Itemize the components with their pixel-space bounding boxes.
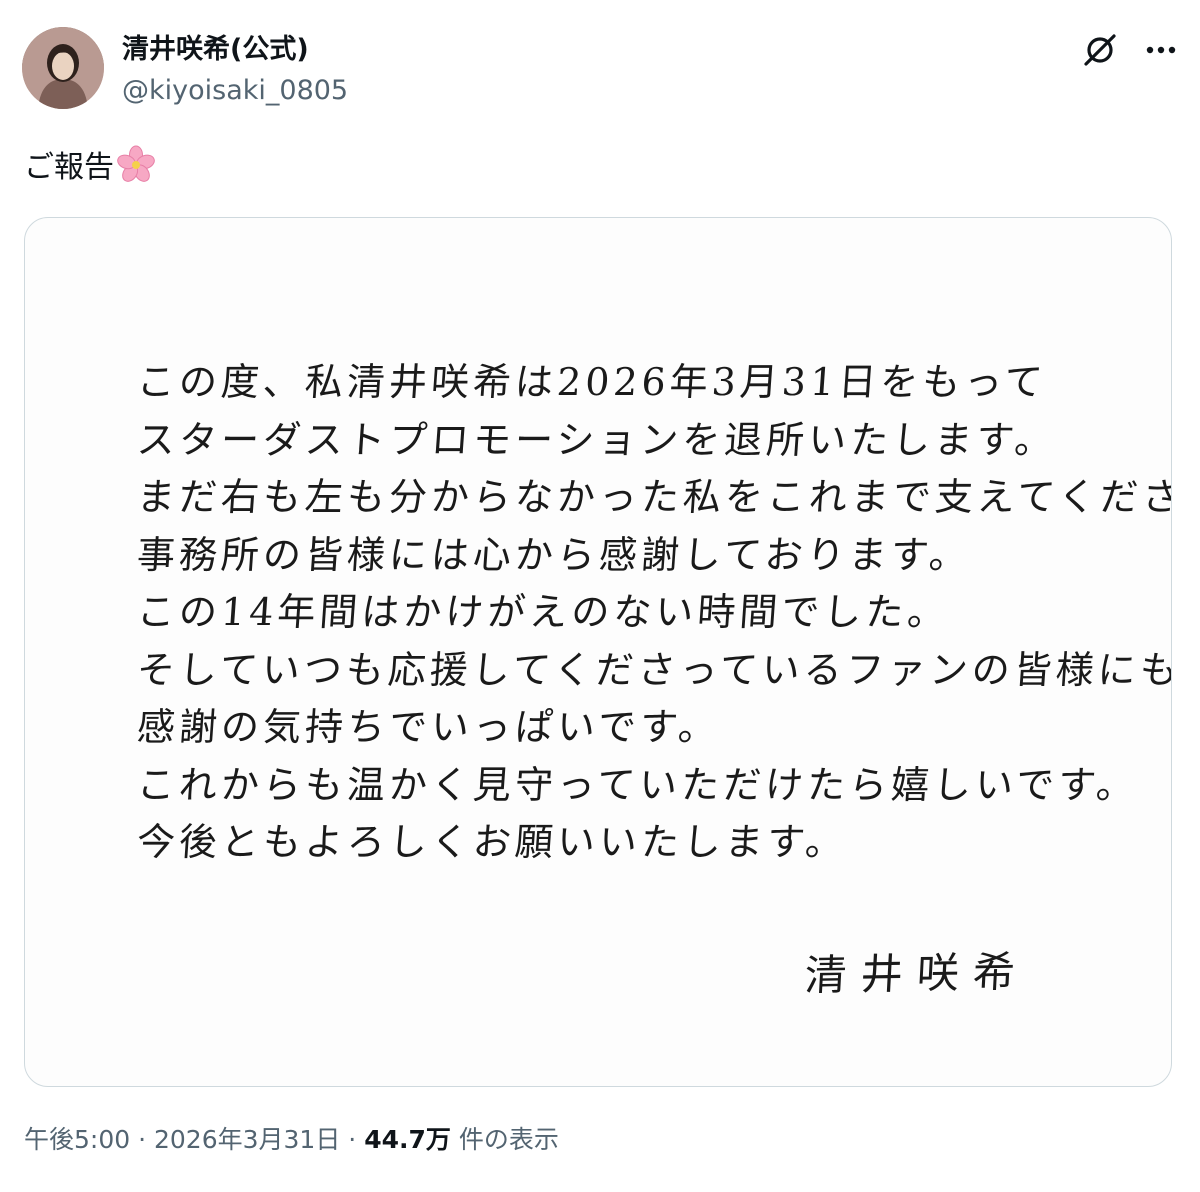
post-text-body: ご報告 [24, 150, 114, 185]
handwritten-letter-text: この度、私清井咲希は2026年3月31日をもって スターダストプロモーションを退… [135, 354, 1172, 872]
letter-line: 今後ともよろしくお願いいたします。 [135, 820, 849, 864]
letter-line: スターダストプロモーションを退所いたします。 [135, 417, 1059, 462]
view-count-label: 件の表示 [458, 1125, 559, 1154]
letter-line: 感謝の気持ちでいっぱいです。 [135, 705, 722, 749]
meta-separator: · [138, 1125, 147, 1154]
letter-line: この14年間はかけがえのない時間でした。 [135, 590, 951, 634]
letter-line: そしていつも応援してくださっているファンの皆様にも [135, 647, 1172, 692]
more-icon[interactable] [1141, 30, 1181, 70]
post-text: ご報告 [24, 145, 156, 197]
view-count: 44.7万 [364, 1125, 451, 1154]
post-date[interactable]: 2026年3月31日 [154, 1125, 340, 1154]
letter-line: これからも温かく見守っていただけたら嬉しいです。 [135, 762, 1140, 807]
grok-icon[interactable] [1080, 30, 1120, 70]
letter-line: 事務所の皆様には心から感謝しております。 [135, 532, 973, 577]
post-time[interactable]: 午後5:00 [24, 1125, 130, 1154]
letter-line: まだ右も左も分からなかった私をこれまで支えてくださった [135, 475, 1172, 519]
letter-signature: 清井咲希 [803, 947, 1031, 1000]
avatar[interactable] [22, 27, 104, 109]
display-name[interactable]: 清井咲希(公式) [122, 33, 309, 67]
user-handle[interactable]: @kiyoisaki_0805 [122, 74, 348, 108]
letter-line: この度、私清井咲希は2026年3月31日をもって [135, 360, 1048, 404]
meta-separator: · [348, 1125, 357, 1154]
cherry-blossom-icon [116, 145, 156, 197]
post-metadata: 午後5:00 · 2026年3月31日 · 44.7万 件の表示 [24, 1123, 559, 1157]
attached-image-handwritten-letter[interactable]: この度、私清井咲希は2026年3月31日をもって スターダストプロモーションを退… [24, 217, 1172, 1087]
